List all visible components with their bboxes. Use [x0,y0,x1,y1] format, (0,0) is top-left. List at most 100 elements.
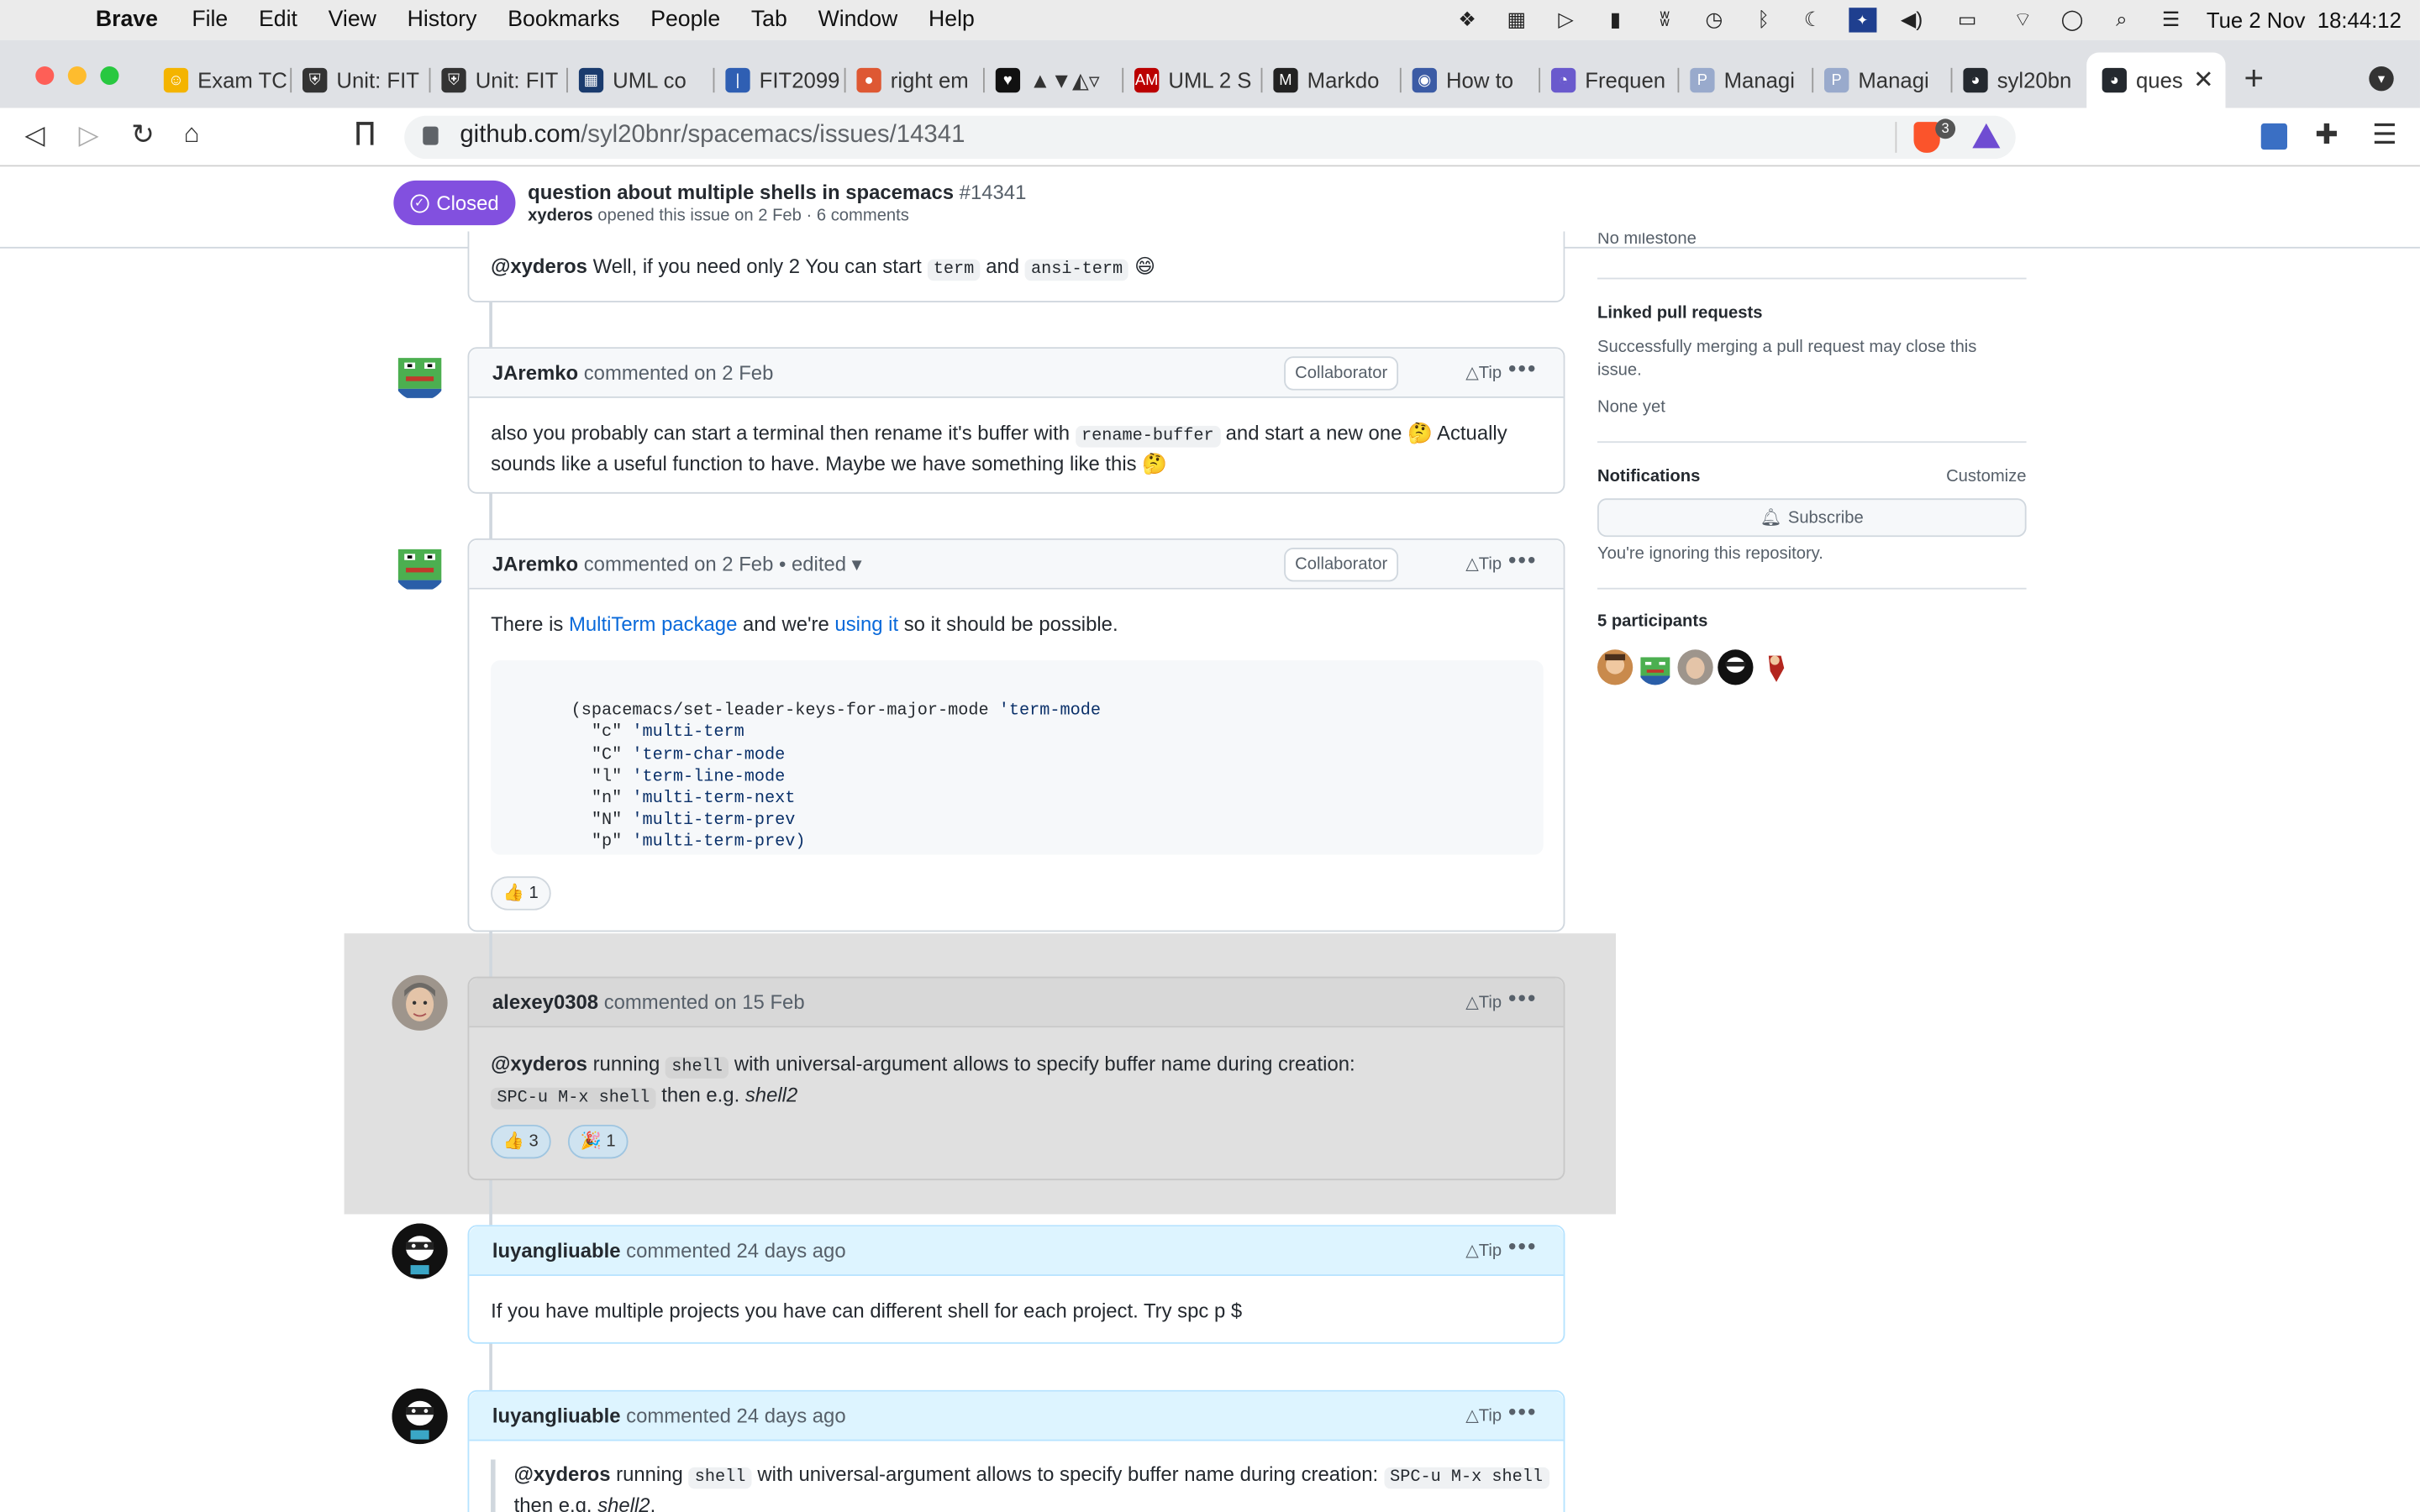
participant-avatar[interactable] [1597,649,1634,685]
comment-timestamp[interactable]: commented on 15 Feb [598,990,805,1014]
tip-button[interactable]: △Tip [1465,1405,1502,1425]
mention-link[interactable]: @xyderos [491,255,587,278]
wifi-icon[interactable]: ⌔ [2009,8,2037,32]
multiterm-link[interactable]: MultiTerm package [569,612,737,636]
browser-tab[interactable]: ◕ ques [2102,61,2189,98]
comment-author[interactable]: luyangliuable [492,1239,621,1263]
save-extension-icon[interactable] [2260,123,2287,150]
time-machine-icon[interactable]: ◷ [1700,8,1728,32]
more-options-icon[interactable]: ••• [1508,356,1537,382]
menu-tab[interactable]: Tab [751,8,787,32]
zoom-window-button[interactable] [100,66,119,86]
brave-rewards-icon[interactable] [1972,123,2001,149]
more-options-icon[interactable]: ••• [1508,986,1537,1012]
browser-tab[interactable]: ◔ Frequen [1550,61,1675,98]
menu-view[interactable]: View [329,8,376,32]
mention-link[interactable]: @xyderos [514,1462,611,1486]
back-icon[interactable]: ◁ [24,120,45,151]
play-circle-icon[interactable]: ▷ [1552,8,1580,32]
linked-pr-title[interactable]: Linked pull requests [1597,304,1762,323]
new-tab-button[interactable]: + [2244,59,2265,99]
dropbox-icon[interactable]: ❖ [1454,8,1481,32]
menu-file[interactable]: File [192,8,228,32]
browser-tab[interactable]: M Markdo [1273,61,1397,98]
participant-avatar[interactable] [1677,649,1713,685]
extensions-icon[interactable]: ✚ [2315,118,2338,151]
comment-author[interactable]: JAremko [492,361,578,385]
menu-app-name[interactable]: Brave [96,8,158,32]
tip-button[interactable]: △Tip [1465,1241,1502,1261]
participant-avatar[interactable] [1637,649,1673,685]
browser-tab[interactable]: ● right em [856,61,980,98]
issue-author[interactable]: xyderos [528,207,593,225]
more-options-icon[interactable]: ••• [1508,1234,1537,1260]
subscribe-button[interactable]: 🔔︎ Subscribe [1597,498,2027,538]
url-text[interactable]: github.com/syl20bnr/spacemacs/issues/143… [460,122,965,150]
avatar-jaremko[interactable] [392,345,448,402]
browser-tab[interactable]: ☺ Exam TC [163,61,287,98]
browser-tab[interactable]: P Managi [1690,61,1813,98]
keyboard-icon[interactable]: ▦ [1502,8,1530,32]
menu-people[interactable]: People [650,8,720,32]
comment-timestamp[interactable]: commented 24 days ago [620,1239,846,1263]
reaction-thumbs-up[interactable]: 👍 1 [491,876,551,911]
comment-author[interactable]: luyangliuable [492,1404,621,1427]
tip-button[interactable]: △Tip [1465,363,1502,382]
comment-author[interactable]: JAremko [492,553,578,576]
close-window-button[interactable] [35,66,55,86]
bookmark-page-icon[interactable] [356,122,374,145]
minimize-window-button[interactable] [67,66,87,86]
browser-tab[interactable]: ⛨ Unit: FIT [441,61,565,98]
avatar-luyangliuable[interactable] [392,1389,448,1445]
reaction-tada[interactable]: 🎉 1 [567,1124,629,1159]
more-options-icon[interactable]: ••• [1508,1399,1537,1425]
issue-title[interactable]: question about multiple shells in spacem… [528,181,1026,204]
bluetooth-icon[interactable]: ᛒ [1749,8,1777,32]
using-it-link[interactable]: using it [834,612,898,636]
bookmark-icon[interactable]: ▮ [1602,8,1629,32]
comment-timestamp[interactable]: commented on 2 Feb [578,361,774,385]
browser-menu-icon[interactable]: ☰ [2372,118,2397,151]
forward-icon[interactable]: ▷ [79,120,99,151]
browser-tab[interactable]: AM UML 2 S [1134,61,1258,98]
browser-tab[interactable]: ⛨ Unit: FIT [302,61,426,98]
close-tab-icon[interactable]: ✕ [2193,65,2214,96]
more-options-icon[interactable]: ••• [1508,548,1537,574]
reload-icon[interactable]: ↻ [131,118,155,151]
browser-tab[interactable]: | FIT2099 [725,61,849,98]
menu-history[interactable]: History [408,8,477,32]
mention-link[interactable]: @xyderos [491,1053,587,1076]
reaction-thumbs-up[interactable]: 👍 3 [491,1124,551,1159]
browser-tab[interactable]: P Managi [1823,61,1948,98]
comment-author[interactable]: alexey0308 [492,990,598,1014]
tab-search-icon[interactable]: ▾ [2369,66,2394,92]
browser-tab[interactable]: ♥ ▲▼◭▿ [995,61,1119,98]
home-icon[interactable]: ⌂ [184,118,200,150]
battery-icon[interactable]: ▭ [1947,8,1987,32]
browser-tab[interactable]: ▦ UML co [578,61,702,98]
participant-avatar[interactable] [1718,649,1754,685]
avatar-alexey0308[interactable] [392,974,448,1031]
user-icon[interactable]: ◯ [2059,8,2086,32]
butterfly-icon[interactable]: ʬ [1651,8,1679,32]
menu-edit[interactable]: Edit [259,8,297,32]
menu-clock[interactable]: Tue 2 Nov 18:44:12 [2207,8,2402,32]
spotlight-search-icon[interactable]: ⌕ [2107,8,2135,32]
code-block[interactable]: (spacemacs/set-leader-keys-for-major-mod… [491,660,1544,855]
menu-help[interactable]: Help [929,8,975,32]
volume-icon[interactable]: ◀) [1898,8,1926,32]
browser-tab[interactable]: ◉ How to [1412,61,1536,98]
lock-icon[interactable] [423,126,439,145]
comment-timestamp[interactable]: commented 24 days ago [620,1404,846,1427]
participant-avatar[interactable] [1758,649,1794,685]
tip-button[interactable]: △Tip [1465,554,1502,574]
menu-window[interactable]: Window [818,8,898,32]
customize-link[interactable]: Customize [1946,466,2026,490]
tip-button[interactable]: △Tip [1465,992,1502,1012]
moon-icon[interactable]: ☾ [1799,8,1827,32]
browser-tab[interactable]: ◕ syl20bn [1963,61,2086,98]
avatar-jaremko[interactable] [392,537,448,593]
menu-bookmarks[interactable]: Bookmarks [508,8,619,32]
flag-icon[interactable]: ✦ [1848,8,1876,33]
control-center-icon[interactable]: ☰ [2157,8,2185,32]
